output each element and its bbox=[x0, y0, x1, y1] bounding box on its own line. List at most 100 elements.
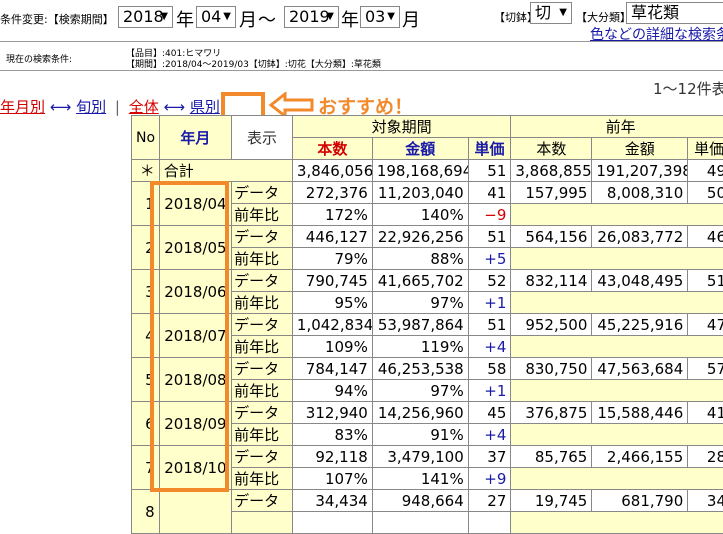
row-prev-qty: 85,765 bbox=[511, 446, 592, 468]
row-ratio-label: 前年比 bbox=[232, 336, 293, 358]
col-prev-qty: 本数 bbox=[511, 138, 592, 160]
row-data-label: データ bbox=[232, 446, 293, 468]
row-unit-diff: +1 bbox=[468, 380, 511, 402]
month-unit: 月 bbox=[239, 6, 257, 32]
chevron-down-icon: ▼ bbox=[326, 7, 334, 27]
ten-day-view-link[interactable]: 旬別 bbox=[76, 98, 106, 116]
to-month-select[interactable]: 03▼ bbox=[360, 6, 400, 28]
row-prev-qty: 830,750 bbox=[511, 358, 592, 380]
row-ratio-amount: 140% bbox=[372, 204, 468, 226]
row-qty: 92,118 bbox=[292, 446, 372, 468]
row-prev-empty bbox=[511, 380, 723, 402]
row-prev-empty bbox=[511, 468, 723, 490]
col-prev-amount: 金額 bbox=[592, 138, 688, 160]
arrow-icon: ⟷ bbox=[164, 98, 186, 116]
condition-change-label: 条件変更:【検索期間】 bbox=[0, 11, 114, 27]
row-ratio-qty: 172% bbox=[292, 204, 372, 226]
from-year-select[interactable]: 2018▼ bbox=[118, 6, 173, 28]
row-prev-unit: 47 bbox=[688, 314, 723, 336]
row-ratio-label: 前年比 bbox=[232, 468, 293, 490]
total-mark: ＊ bbox=[132, 160, 160, 182]
row-prev-unit: 28 bbox=[688, 446, 723, 468]
row-ratio-label: 前年比 bbox=[232, 204, 293, 226]
row-ratio-amount bbox=[372, 512, 468, 534]
row-unit-diff: +4 bbox=[468, 424, 511, 446]
row-amount: 41,665,702 bbox=[372, 270, 468, 292]
row-prev-amount: 47,563,684 bbox=[592, 358, 688, 380]
row-unit: 58 bbox=[468, 358, 511, 380]
row-data-label: データ bbox=[232, 182, 293, 204]
col-display: 表示 bbox=[232, 116, 293, 160]
row-amount: 53,987,864 bbox=[372, 314, 468, 336]
col-yearmonth[interactable]: 年月 bbox=[159, 116, 231, 160]
row-amount: 22,926,256 bbox=[372, 226, 468, 248]
col-qty[interactable]: 本数 bbox=[292, 138, 372, 160]
total-amount: 198,168,694 bbox=[372, 160, 468, 182]
current-conditions-label: 現在の検索条件: bbox=[6, 52, 72, 65]
row-yearmonth[interactable] bbox=[159, 490, 231, 534]
arrow-icon: ⟷ bbox=[50, 98, 72, 116]
range-tilde: 〜 bbox=[258, 6, 276, 32]
row-ratio-amount: 119% bbox=[372, 336, 468, 358]
row-data-label: データ bbox=[232, 270, 293, 292]
current-conditions-box: 現在の検索条件: 【品目】:401:ヒマワリ 【期間】:2018/04～2019… bbox=[0, 41, 723, 71]
row-unit: 45 bbox=[468, 402, 511, 424]
row-prev-qty: 376,875 bbox=[511, 402, 592, 424]
target-period-header: 対象期間 bbox=[292, 116, 510, 138]
row-prev-amount: 15,588,446 bbox=[592, 402, 688, 424]
row-data-label: データ bbox=[232, 314, 293, 336]
row-ratio-qty bbox=[292, 512, 372, 534]
row-prev-empty bbox=[511, 204, 723, 226]
row-ratio-amount: 88% bbox=[372, 248, 468, 270]
yearmonth-highlight-box bbox=[150, 181, 229, 492]
month-unit: 月 bbox=[402, 6, 420, 32]
col-no: No bbox=[132, 116, 160, 160]
cut-select[interactable]: 切▼ bbox=[530, 2, 572, 24]
col-unit-price[interactable]: 単価 bbox=[468, 138, 511, 160]
chevron-down-icon: ▼ bbox=[160, 7, 168, 27]
row-ratio-qty: 79% bbox=[292, 248, 372, 270]
row-qty: 272,376 bbox=[292, 182, 372, 204]
chevron-down-icon: ▼ bbox=[559, 3, 567, 23]
row-unit: 37 bbox=[468, 446, 511, 468]
previous-year-header: 前年 bbox=[511, 116, 723, 138]
row-prev-empty bbox=[511, 248, 723, 270]
to-year-select[interactable]: 2019▼ bbox=[284, 6, 339, 28]
row-no: 8 bbox=[132, 490, 160, 534]
row-ratio-label: 前年比 bbox=[232, 248, 293, 270]
row-qty: 446,127 bbox=[292, 226, 372, 248]
yearmonth-view-link[interactable]: 年月別 bbox=[0, 98, 45, 116]
row-ratio-qty: 109% bbox=[292, 336, 372, 358]
row-ratio-label bbox=[232, 512, 293, 534]
row-unit: 51 bbox=[468, 226, 511, 248]
all-view-link[interactable]: 全体 bbox=[129, 98, 159, 116]
total-qty: 3,846,056 bbox=[292, 160, 372, 182]
category-select[interactable]: 草花類 bbox=[626, 2, 723, 24]
row-prev-qty: 952,500 bbox=[511, 314, 592, 336]
row-ratio-qty: 83% bbox=[292, 424, 372, 446]
prefecture-view-link[interactable]: 県別 bbox=[190, 98, 220, 116]
row-amount: 46,253,538 bbox=[372, 358, 468, 380]
total-label: 合計 bbox=[159, 160, 292, 182]
col-amount[interactable]: 金額 bbox=[372, 138, 468, 160]
row-ratio-label: 前年比 bbox=[232, 380, 293, 402]
row-ratio-label: 前年比 bbox=[232, 424, 293, 446]
row-ratio-amount: 141% bbox=[372, 468, 468, 490]
row-unit-diff: +4 bbox=[468, 336, 511, 358]
row-qty: 312,940 bbox=[292, 402, 372, 424]
row-prev-unit: 50 bbox=[688, 182, 723, 204]
result-count: 1〜12件表 bbox=[653, 78, 723, 99]
row-qty: 784,147 bbox=[292, 358, 372, 380]
row-prev-empty bbox=[511, 512, 723, 534]
row-prev-unit: 41 bbox=[688, 402, 723, 424]
row-unit-diff bbox=[468, 512, 511, 534]
from-month-select[interactable]: 04▼ bbox=[196, 6, 236, 28]
row-prev-qty: 157,995 bbox=[511, 182, 592, 204]
row-unit-diff: +1 bbox=[468, 292, 511, 314]
total-prev-qty: 3,868,855 bbox=[511, 160, 592, 182]
row-prev-unit: 46 bbox=[688, 226, 723, 248]
year-unit: 年 bbox=[176, 6, 194, 32]
row-qty: 790,745 bbox=[292, 270, 372, 292]
row-prev-unit: 51 bbox=[688, 270, 723, 292]
total-prev-unit: 49 bbox=[688, 160, 723, 182]
